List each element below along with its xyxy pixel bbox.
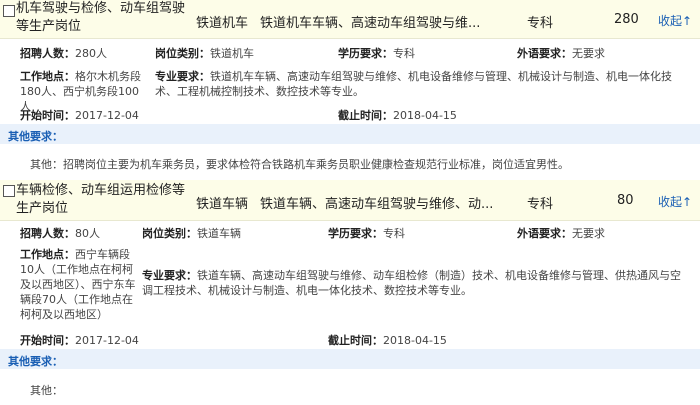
job-block: 车辆检修、动车组运用检修等生产岗位 铁道车辆 铁道车辆、高速动车组驾驶与维修、动…	[0, 180, 700, 405]
job-checkbox[interactable]	[3, 185, 15, 197]
other-requirements-text: 其他：招聘岗位主要为机车乘务员，要求体检符合铁路机车乘务员职业健康检查规范行业标…	[30, 158, 569, 171]
end-time: 截止时间：2018-04-15	[338, 109, 457, 122]
lang-requirement: 外语要求：无要求	[517, 47, 605, 60]
other-requirements-title: 其他要求：	[8, 355, 63, 368]
job-checkbox[interactable]	[3, 5, 15, 17]
other-requirements-header: 其他要求：	[0, 349, 700, 369]
job-count: 280	[614, 12, 639, 27]
edu-requirement: 学历要求：专科	[328, 227, 405, 240]
lang-requirement: 外语要求：无要求	[517, 227, 605, 240]
start-time: 开始时间：2017-12-04	[20, 334, 139, 347]
major-requirement: 专业要求：铁道机车车辆、高速动车组驾驶与维修、机电设备维修与管理、机械设计与制造…	[155, 70, 672, 98]
job-majors-short: 铁道车辆、高速动车组驾驶与维修、动...	[260, 197, 494, 212]
job-unit: 铁道机车	[196, 16, 249, 31]
job-title: 机车驾驶与检修、动车组驾驶等生产岗位	[16, 1, 186, 34]
job-majors-short: 铁道机车车辆、高速动车组驾驶与维...	[260, 16, 481, 31]
other-requirements-header: 其他要求：	[0, 124, 700, 144]
recruit-count: 招聘人数：80人	[20, 227, 100, 240]
edu-requirement: 学历要求：专科	[338, 47, 415, 60]
job-education: 专科	[527, 16, 554, 31]
recruit-count: 招聘人数：280人	[20, 47, 107, 60]
job-count: 80	[617, 193, 634, 208]
other-requirements-title: 其他要求：	[8, 130, 63, 143]
job-header[interactable]: 机车驾驶与检修、动车组驾驶等生产岗位 铁道机车 铁道机车车辆、高速动车组驾驶与维…	[0, 0, 700, 39]
other-requirements-text: 其他：	[30, 384, 63, 397]
collapse-toggle[interactable]: 收起↑	[658, 193, 692, 210]
major-requirement: 专业要求：铁道车辆、高速动车组驾驶与维修、动车组检修（制造）技术、机电设备维修与…	[142, 269, 681, 297]
job-title: 车辆检修、动车组运用检修等生产岗位	[16, 183, 186, 216]
job-header[interactable]: 车辆检修、动车组运用检修等生产岗位 铁道车辆 铁道车辆、高速动车组驾驶与维修、动…	[0, 180, 700, 221]
job-education: 专科	[527, 197, 554, 212]
start-time: 开始时间：2017-12-04	[20, 109, 139, 122]
job-category: 岗位类别：铁道车辆	[142, 227, 241, 240]
work-location: 工作地点：西宁车辆段10人（工作地点在柯柯及以西地区）、西宁东车辆段70人（工作…	[20, 248, 136, 321]
collapse-toggle[interactable]: 收起↑	[658, 12, 692, 29]
end-time: 截止时间：2018-04-15	[328, 334, 447, 347]
job-block: 机车驾驶与检修、动车组驾驶等生产岗位 铁道机车 铁道机车车辆、高速动车组驾驶与维…	[0, 0, 700, 180]
job-category: 岗位类别：铁道机车	[155, 47, 254, 60]
job-unit: 铁道车辆	[196, 197, 249, 212]
